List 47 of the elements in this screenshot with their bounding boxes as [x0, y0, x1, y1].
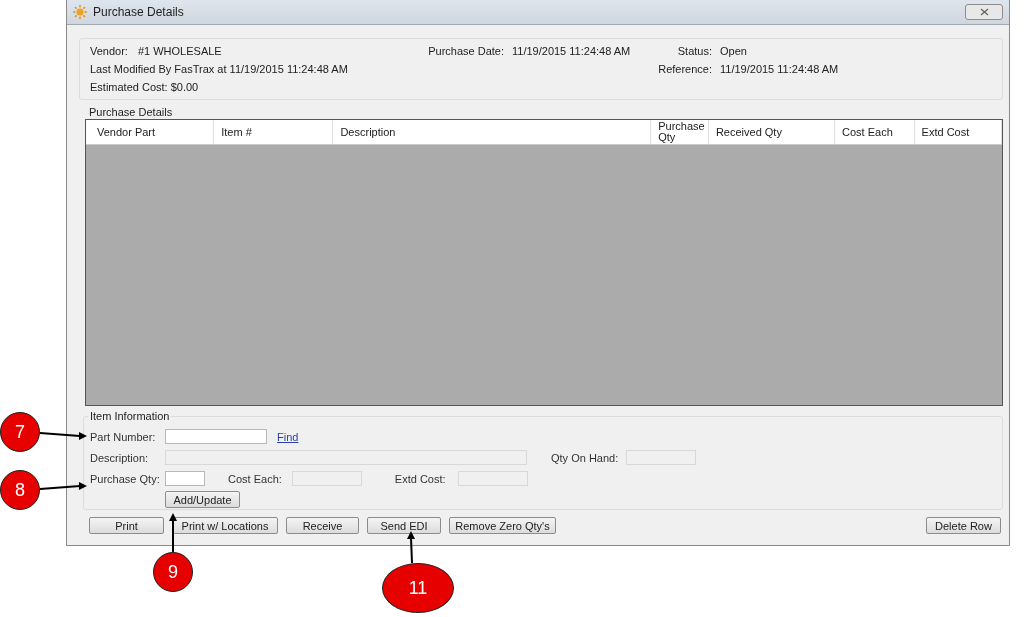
field-label: Extd Cost:: [394, 472, 446, 485]
sun-icon: [73, 5, 87, 19]
vendor-value: #1 WHOLESALE: [137, 45, 222, 57]
column-header[interactable]: Extd Cost: [914, 120, 1002, 144]
arrow: [39, 482, 87, 490]
callout-number: 8: [0, 470, 40, 510]
close-button[interactable]: [965, 4, 1003, 20]
action-button[interactable]: Print: [89, 517, 164, 534]
action-button[interactable]: Receive: [286, 517, 359, 534]
action-button[interactable]: Print w/ Locations: [172, 517, 278, 534]
close-icon: [979, 8, 989, 16]
column-header[interactable]: Received Qty: [708, 120, 836, 144]
column-header[interactable]: Cost Each: [835, 120, 915, 144]
reference-label: Reference:: [657, 63, 712, 75]
group-title: Purchase Details: [89, 106, 173, 118]
callout-number: 9: [153, 552, 193, 592]
reference-value: 11/19/2015 11:24:48 AM: [720, 63, 840, 75]
find-link[interactable]: Find: [277, 430, 299, 443]
column-header[interactable]: Purchase Qty: [651, 120, 709, 144]
arrow: [407, 531, 415, 564]
status-label: Status:: [676, 45, 712, 57]
field-label: Part Number:: [90, 430, 157, 443]
purchase-qty-field[interactable]: [165, 471, 205, 486]
status-value: Open: [720, 45, 748, 57]
last-modified-text: Last Modified By FasTrax at 11/19/2015 11:24:48 AM: [90, 63, 349, 75]
column-header[interactable]: Item #: [214, 120, 334, 144]
column-header[interactable]: Vendor Part: [90, 120, 215, 144]
group-title: Item Information: [88, 410, 172, 422]
field-label: Purchase Qty:: [90, 472, 161, 485]
callout-number: 11: [382, 563, 454, 613]
field-label: Description:: [90, 451, 150, 464]
action-button[interactable]: Send EDI: [367, 517, 441, 534]
estimated-cost-text: Estimated Cost: $0.00: [90, 81, 200, 93]
part-number-field[interactable]: [165, 429, 267, 444]
field-label: Qty On Hand:: [551, 451, 619, 464]
purchase-date-label: Purchase Date:: [427, 45, 504, 57]
purchase-date-value: 11/19/2015 11:24:48 AM: [512, 45, 632, 57]
arrow: [169, 513, 177, 553]
arrow: [39, 432, 87, 440]
column-header[interactable]: Description: [333, 120, 652, 144]
callout-number: 7: [0, 412, 40, 452]
field-label: Cost Each:: [228, 472, 282, 485]
action-button[interactable]: Remove Zero Qty's: [449, 517, 556, 534]
action-button[interactable]: Delete Row: [926, 517, 1001, 534]
add-update-button[interactable]: Add/Update: [165, 491, 240, 508]
vendor-label: Vendor:: [90, 45, 128, 57]
window-title: Purchase Details: [93, 5, 184, 19]
